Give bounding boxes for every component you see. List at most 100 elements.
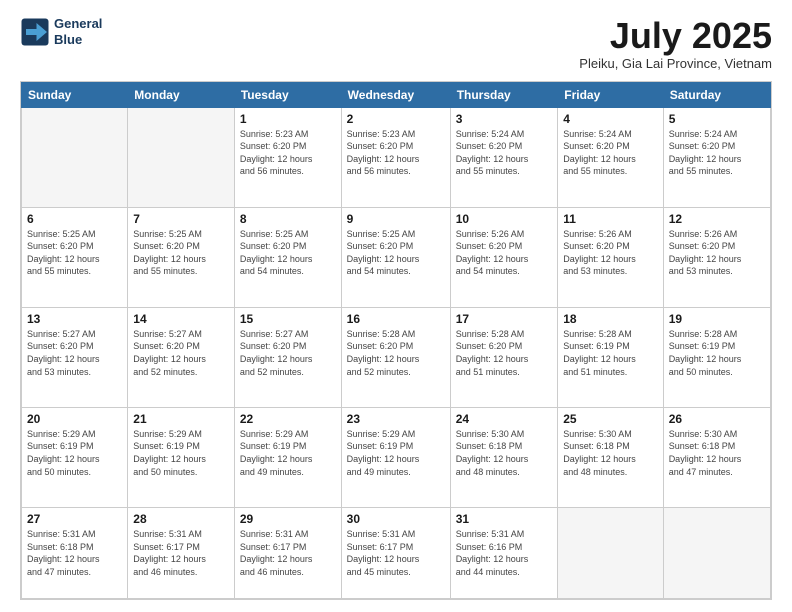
day-cell: 10Sunrise: 5:26 AM Sunset: 6:20 PM Dayli… [450, 207, 558, 307]
calendar: SundayMondayTuesdayWednesdayThursdayFrid… [20, 81, 772, 600]
day-header-sunday: Sunday [22, 82, 128, 107]
day-cell [558, 507, 663, 598]
week-row-1: 1 Sunrise: 5:23 AM Sunset: 6:20 PM Daylig… [22, 107, 771, 207]
day-info: Sunrise: 5:24 AM Sunset: 6:20 PM Dayligh… [456, 128, 553, 178]
day-cell [128, 107, 235, 207]
day-cell: 26Sunrise: 5:30 AM Sunset: 6:18 PM Dayli… [663, 407, 770, 507]
day-info: Sunrise: 5:26 AM Sunset: 6:20 PM Dayligh… [456, 228, 553, 278]
day-cell: 8Sunrise: 5:25 AM Sunset: 6:20 PM Daylig… [234, 207, 341, 307]
day-number: 30 [347, 512, 445, 526]
day-info: Sunrise: 5:24 AM Sunset: 6:20 PM Dayligh… [669, 128, 765, 178]
day-number: 6 [27, 212, 122, 226]
day-cell: 6Sunrise: 5:25 AM Sunset: 6:20 PM Daylig… [22, 207, 128, 307]
day-header-wednesday: Wednesday [341, 82, 450, 107]
week-row-5: 27Sunrise: 5:31 AM Sunset: 6:18 PM Dayli… [22, 507, 771, 598]
day-info: Sunrise: 5:27 AM Sunset: 6:20 PM Dayligh… [27, 328, 122, 378]
month-title: July 2025 [579, 16, 772, 56]
day-cell: 28Sunrise: 5:31 AM Sunset: 6:17 PM Dayli… [128, 507, 235, 598]
day-number: 25 [563, 412, 657, 426]
day-number: 8 [240, 212, 336, 226]
day-info: Sunrise: 5:23 AM Sunset: 6:20 PM Dayligh… [240, 128, 336, 178]
day-cell: 18 Sunrise: 5:28 AM Sunset: 6:19 PM Dayli… [558, 307, 663, 407]
week-row-2: 6 Sunrise: 5:25 AM Sunset: 6:20 PM Daylig… [22, 207, 771, 307]
day-number: 12 [669, 212, 765, 226]
day-number: 3 [456, 112, 553, 126]
day-number: 11 [563, 212, 657, 226]
day-info: Sunrise: 5:29 AM Sunset: 6:19 PM Dayligh… [240, 428, 336, 478]
page: General Blue July 2025 Pleiku, Gia Lai P… [0, 0, 792, 612]
day-cell: 4Sunrise: 5:24 AM Sunset: 6:20 PM Daylig… [558, 107, 663, 207]
day-cell: 13 Sunrise: 5:27 AM Sunset: 6:20 PM Dayli… [22, 307, 128, 407]
day-info: Sunrise: 5:31 AM Sunset: 6:17 PM Dayligh… [240, 528, 336, 578]
day-header-tuesday: Tuesday [234, 82, 341, 107]
day-info: Sunrise: 5:27 AM Sunset: 6:20 PM Dayligh… [133, 328, 229, 378]
day-cell: 27Sunrise: 5:31 AM Sunset: 6:18 PM Dayli… [22, 507, 128, 598]
day-number: 17 [456, 312, 553, 326]
day-number: 15 [240, 312, 336, 326]
day-number: 29 [240, 512, 336, 526]
day-info: Sunrise: 5:31 AM Sunset: 6:18 PM Dayligh… [27, 528, 122, 578]
day-cell: 12 Sunrise: 5:26 AM Sunset: 6:20 PM Dayli… [663, 207, 770, 307]
day-cell: 5 Sunrise: 5:24 AM Sunset: 6:20 PM Daylig… [663, 107, 770, 207]
logo-text: General Blue [54, 16, 102, 47]
day-cell: 3 Sunrise: 5:24 AM Sunset: 6:20 PM Daylig… [450, 107, 558, 207]
day-number: 19 [669, 312, 765, 326]
day-cell: 2 Sunrise: 5:23 AM Sunset: 6:20 PM Daylig… [341, 107, 450, 207]
day-number: 18 [563, 312, 657, 326]
day-number: 1 [240, 112, 336, 126]
day-cell: 1 Sunrise: 5:23 AM Sunset: 6:20 PM Daylig… [234, 107, 341, 207]
day-info: Sunrise: 5:28 AM Sunset: 6:19 PM Dayligh… [563, 328, 657, 378]
header: General Blue July 2025 Pleiku, Gia Lai P… [20, 16, 772, 71]
day-info: Sunrise: 5:26 AM Sunset: 6:20 PM Dayligh… [669, 228, 765, 278]
day-number: 23 [347, 412, 445, 426]
day-info: Sunrise: 5:29 AM Sunset: 6:19 PM Dayligh… [27, 428, 122, 478]
day-info: Sunrise: 5:25 AM Sunset: 6:20 PM Dayligh… [347, 228, 445, 278]
day-info: Sunrise: 5:29 AM Sunset: 6:19 PM Dayligh… [347, 428, 445, 478]
day-cell: 24Sunrise: 5:30 AM Sunset: 6:18 PM Dayli… [450, 407, 558, 507]
day-cell [22, 107, 128, 207]
day-cell: 19 Sunrise: 5:28 AM Sunset: 6:19 PM Dayli… [663, 307, 770, 407]
day-info: Sunrise: 5:26 AM Sunset: 6:20 PM Dayligh… [563, 228, 657, 278]
day-info: Sunrise: 5:23 AM Sunset: 6:20 PM Dayligh… [347, 128, 445, 178]
day-number: 24 [456, 412, 553, 426]
day-cell: 11 Sunrise: 5:26 AM Sunset: 6:20 PM Dayli… [558, 207, 663, 307]
day-info: Sunrise: 5:27 AM Sunset: 6:20 PM Dayligh… [240, 328, 336, 378]
day-info: Sunrise: 5:31 AM Sunset: 6:17 PM Dayligh… [347, 528, 445, 578]
day-number: 2 [347, 112, 445, 126]
day-cell: 15 Sunrise: 5:27 AM Sunset: 6:20 PM Dayli… [234, 307, 341, 407]
day-info: Sunrise: 5:31 AM Sunset: 6:16 PM Dayligh… [456, 528, 553, 578]
day-cell: 16Sunrise: 5:28 AM Sunset: 6:20 PM Dayli… [341, 307, 450, 407]
day-info: Sunrise: 5:25 AM Sunset: 6:20 PM Dayligh… [133, 228, 229, 278]
day-header-thursday: Thursday [450, 82, 558, 107]
title-area: July 2025 Pleiku, Gia Lai Province, Viet… [579, 16, 772, 71]
day-cell: 22Sunrise: 5:29 AM Sunset: 6:19 PM Dayli… [234, 407, 341, 507]
day-number: 28 [133, 512, 229, 526]
day-cell: 29 Sunrise: 5:31 AM Sunset: 6:17 PM Dayli… [234, 507, 341, 598]
day-cell: 7Sunrise: 5:25 AM Sunset: 6:20 PM Daylig… [128, 207, 235, 307]
day-number: 31 [456, 512, 553, 526]
day-number: 13 [27, 312, 122, 326]
day-info: Sunrise: 5:29 AM Sunset: 6:19 PM Dayligh… [133, 428, 229, 478]
day-number: 9 [347, 212, 445, 226]
day-number: 20 [27, 412, 122, 426]
day-cell: 21 Sunrise: 5:29 AM Sunset: 6:19 PM Dayli… [128, 407, 235, 507]
day-info: Sunrise: 5:30 AM Sunset: 6:18 PM Dayligh… [563, 428, 657, 478]
logo: General Blue [20, 16, 102, 47]
day-header-monday: Monday [128, 82, 235, 107]
week-row-4: 20 Sunrise: 5:29 AM Sunset: 6:19 PM Dayli… [22, 407, 771, 507]
day-number: 21 [133, 412, 229, 426]
day-cell: 31 Sunrise: 5:31 AM Sunset: 6:16 PM Dayli… [450, 507, 558, 598]
day-header-saturday: Saturday [663, 82, 770, 107]
day-info: Sunrise: 5:28 AM Sunset: 6:19 PM Dayligh… [669, 328, 765, 378]
day-header-friday: Friday [558, 82, 663, 107]
day-info: Sunrise: 5:24 AM Sunset: 6:20 PM Dayligh… [563, 128, 657, 178]
subtitle: Pleiku, Gia Lai Province, Vietnam [579, 56, 772, 71]
day-number: 14 [133, 312, 229, 326]
day-number: 5 [669, 112, 765, 126]
day-cell: 17Sunrise: 5:28 AM Sunset: 6:20 PM Dayli… [450, 307, 558, 407]
day-cell: 23 Sunrise: 5:29 AM Sunset: 6:19 PM Dayli… [341, 407, 450, 507]
logo-icon [20, 17, 50, 47]
day-number: 26 [669, 412, 765, 426]
day-info: Sunrise: 5:28 AM Sunset: 6:20 PM Dayligh… [347, 328, 445, 378]
day-cell: 25 Sunrise: 5:30 AM Sunset: 6:18 PM Dayli… [558, 407, 663, 507]
